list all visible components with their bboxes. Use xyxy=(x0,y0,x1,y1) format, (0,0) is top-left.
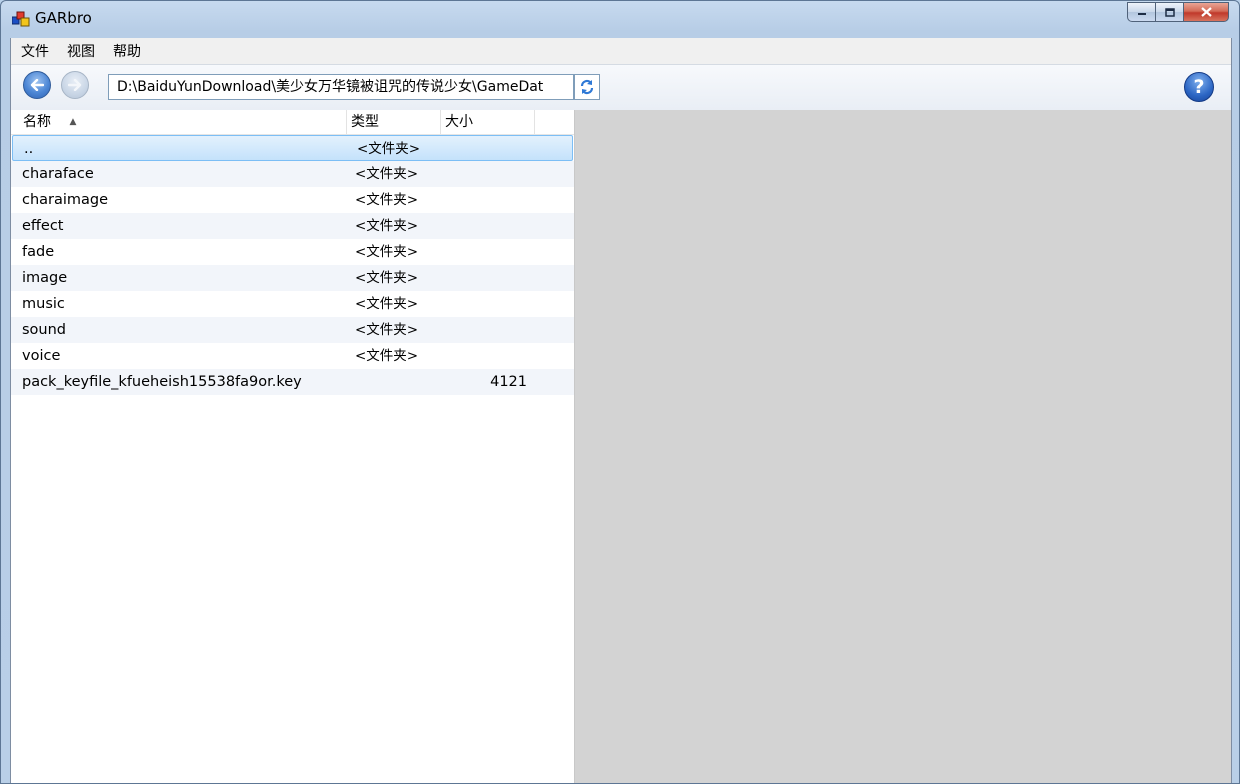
close-icon xyxy=(1200,7,1212,17)
row-type: <文件夹> xyxy=(355,348,419,364)
row-name: image xyxy=(22,270,68,286)
refresh-button[interactable] xyxy=(574,74,600,100)
row-type: <文件夹> xyxy=(355,244,419,260)
table-row[interactable]: charaface <文件夹> xyxy=(11,161,574,187)
client-area: 文件 视图 帮助 D:\BaiduYunDownload\美少女万华镜被诅咒的传… xyxy=(10,38,1232,783)
arrow-right-icon xyxy=(68,79,82,91)
row-name: charaimage xyxy=(22,192,109,208)
row-size: 4121 xyxy=(490,374,527,390)
file-list[interactable]: 名称 ▲ 类型 大小 .. <文件夹> charaface <文件夹> char… xyxy=(11,110,575,783)
row-type: <文件夹> xyxy=(357,141,421,157)
close-button[interactable] xyxy=(1183,2,1229,22)
menu-file[interactable]: 文件 xyxy=(11,41,58,61)
menu-help[interactable]: 帮助 xyxy=(104,41,150,61)
title-bar[interactable]: GARbro xyxy=(1,1,1239,37)
row-name: effect xyxy=(22,218,64,234)
column-header-size[interactable]: 大小 xyxy=(441,110,535,134)
table-row[interactable]: music <文件夹> xyxy=(11,291,574,317)
list-rows: .. <文件夹> charaface <文件夹> charaimage <文件夹… xyxy=(11,135,574,395)
garbro-app-icon xyxy=(11,11,30,27)
row-type: <文件夹> xyxy=(355,192,419,208)
column-header-name-label: 名称 xyxy=(23,114,51,130)
row-name: sound xyxy=(22,322,67,338)
row-name: pack_keyfile_kfueheish15538fa9or.key xyxy=(22,374,302,390)
row-type: <文件夹> xyxy=(355,270,419,286)
toolbar: D:\BaiduYunDownload\美少女万华镜被诅咒的传说少女\GameD… xyxy=(11,64,1231,111)
table-row[interactable]: charaimage <文件夹> xyxy=(11,187,574,213)
back-button[interactable] xyxy=(23,71,51,99)
column-header-size-label: 大小 xyxy=(445,114,473,130)
menu-bar: 文件 视图 帮助 xyxy=(11,38,1231,64)
table-row[interactable]: sound <文件夹> xyxy=(11,317,574,343)
menu-view[interactable]: 视图 xyxy=(58,41,104,61)
help-button[interactable]: ? xyxy=(1184,72,1214,102)
caption-buttons xyxy=(1127,2,1229,22)
row-type: <文件夹> xyxy=(355,322,419,338)
row-type: <文件夹> xyxy=(355,218,419,234)
list-header: 名称 ▲ 类型 大小 xyxy=(11,110,574,135)
row-name: charaface xyxy=(22,166,94,182)
table-row[interactable]: effect <文件夹> xyxy=(11,213,574,239)
table-row[interactable]: voice <文件夹> xyxy=(11,343,574,369)
row-name: voice xyxy=(22,348,61,364)
sort-ascending-icon: ▲ xyxy=(69,117,77,127)
preview-pane xyxy=(575,110,1231,783)
path-input[interactable]: D:\BaiduYunDownload\美少女万华镜被诅咒的传说少女\GameD… xyxy=(108,74,574,100)
minimize-icon xyxy=(1137,13,1146,15)
minimize-button[interactable] xyxy=(1127,2,1155,22)
maximize-button[interactable] xyxy=(1155,2,1183,22)
row-name: .. xyxy=(24,141,34,157)
app-window: GARbro 文件 视图 帮助 D:\BaiduYunDownload\美少女万… xyxy=(0,0,1240,784)
column-header-type-label: 类型 xyxy=(351,114,379,130)
table-row[interactable]: .. <文件夹> xyxy=(12,135,573,161)
table-row[interactable]: fade <文件夹> xyxy=(11,239,574,265)
arrow-left-icon xyxy=(30,79,44,91)
question-mark-icon: ? xyxy=(1193,76,1205,98)
row-type: <文件夹> xyxy=(355,166,419,182)
window-title: GARbro xyxy=(35,9,92,27)
row-type: <文件夹> xyxy=(355,296,419,312)
maximize-icon xyxy=(1164,7,1175,17)
table-row[interactable]: pack_keyfile_kfueheish15538fa9or.key 412… xyxy=(11,369,574,395)
row-name: music xyxy=(22,296,65,312)
row-name: fade xyxy=(22,244,55,260)
forward-button[interactable] xyxy=(61,71,89,99)
column-header-type[interactable]: 类型 xyxy=(347,110,441,134)
refresh-icon xyxy=(580,79,594,95)
table-row[interactable]: image <文件夹> xyxy=(11,265,574,291)
column-header-name[interactable]: 名称 ▲ xyxy=(11,110,347,134)
